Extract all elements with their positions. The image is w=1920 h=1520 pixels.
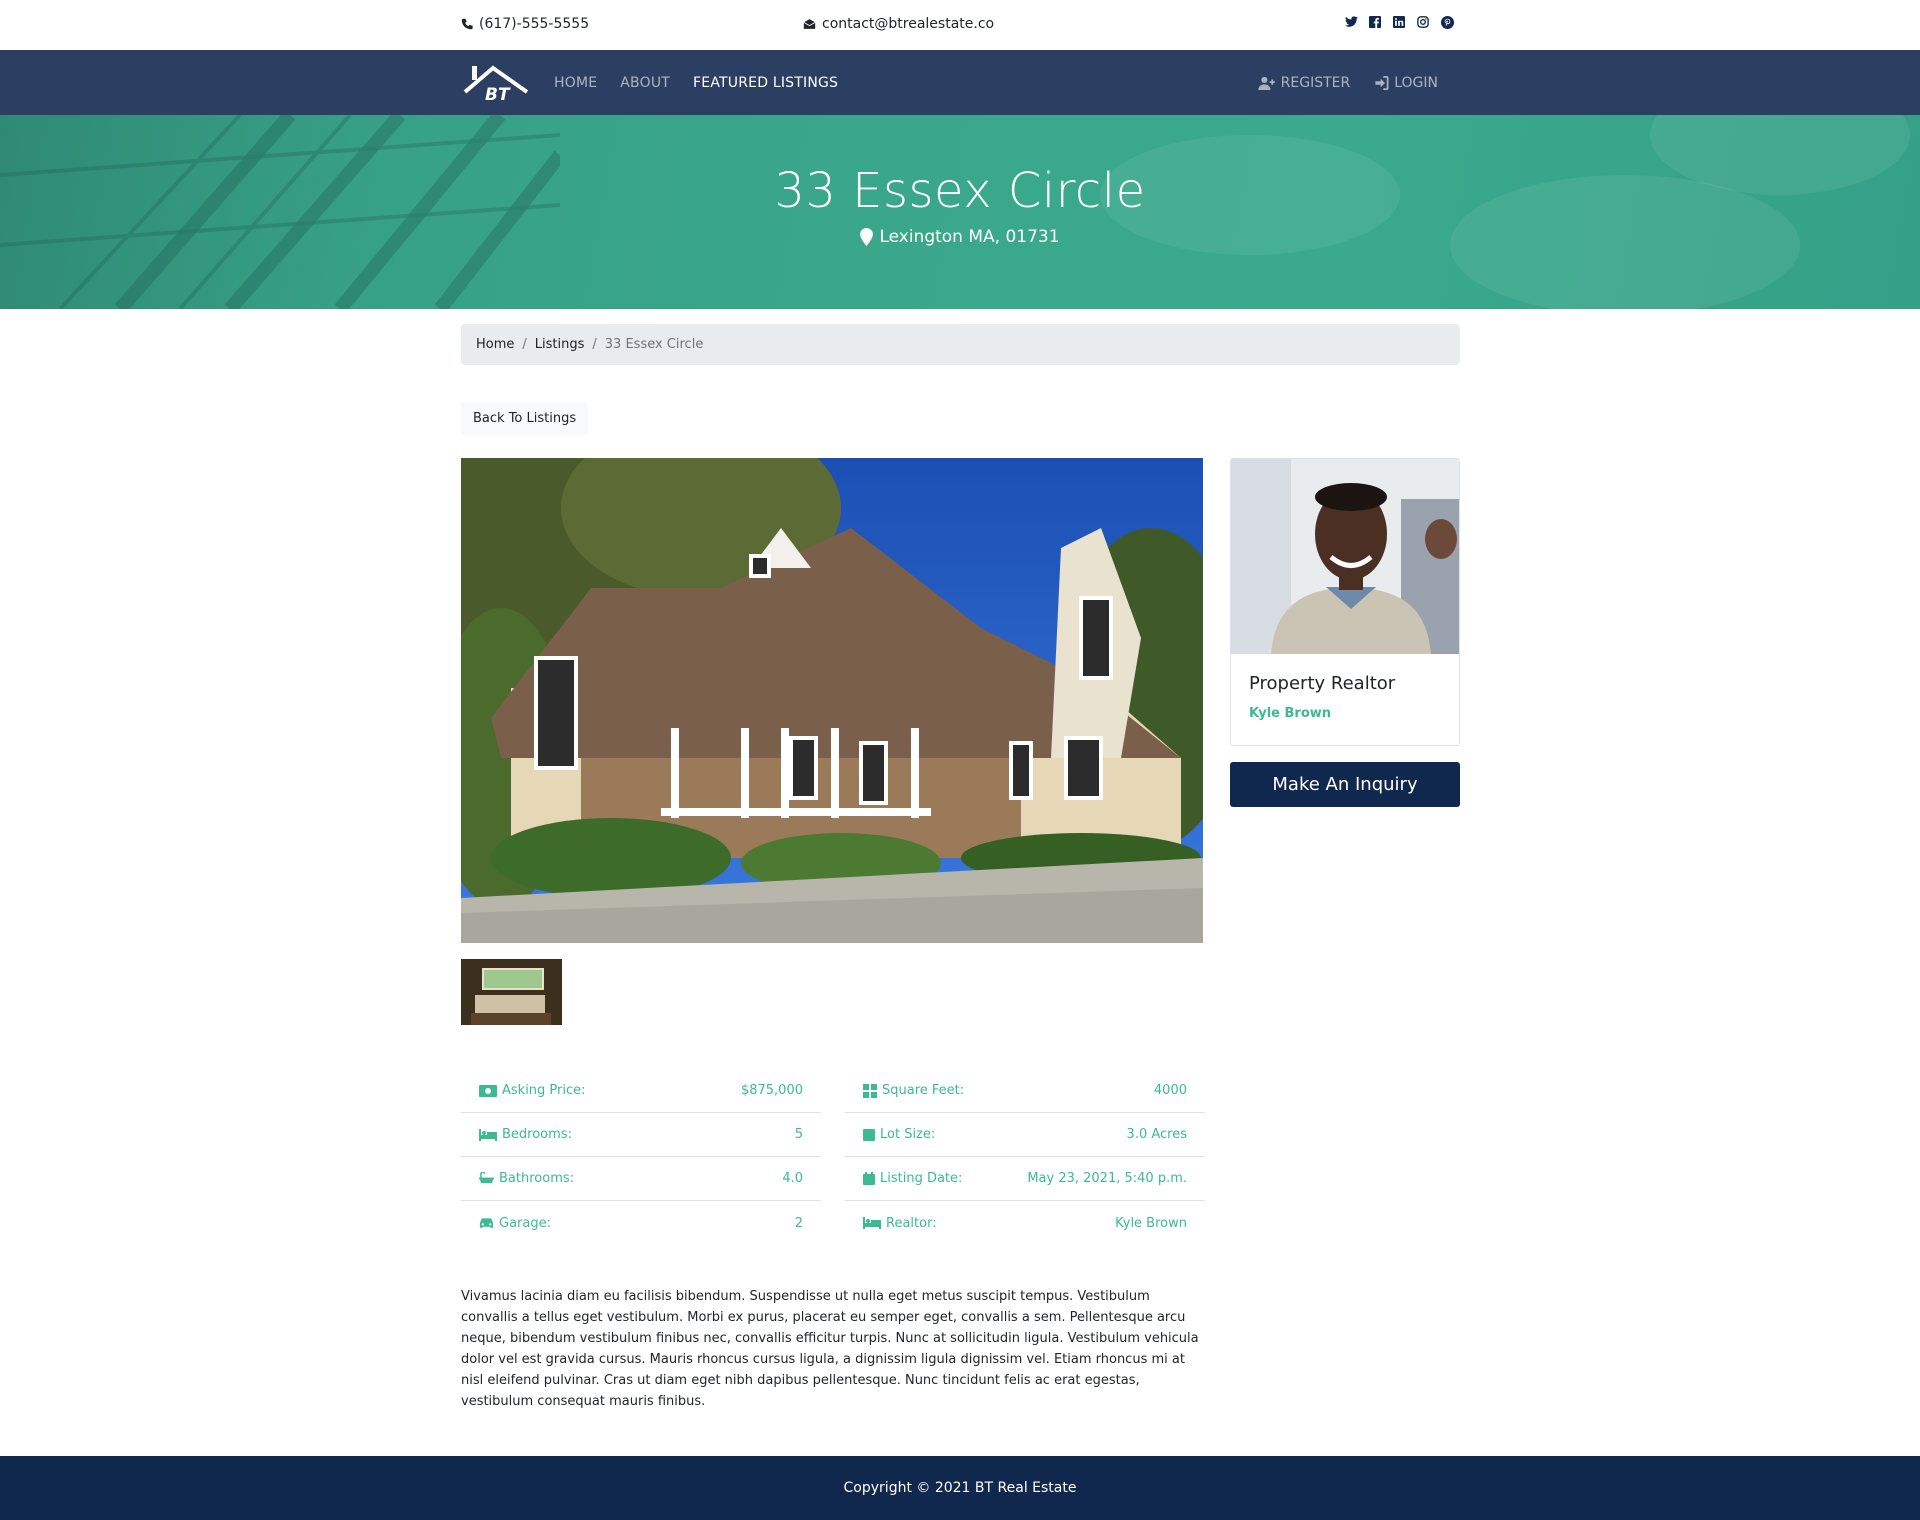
breadcrumb-listings[interactable]: Listings xyxy=(535,337,585,352)
bedrooms-value: 5 xyxy=(794,1127,803,1142)
listing-description: Vivamus lacinia diam eu facilisis bibend… xyxy=(461,1289,1199,1409)
user-plus-icon xyxy=(1257,76,1275,90)
detail-label: Lot Size: xyxy=(863,1127,935,1142)
login-label: LOGIN xyxy=(1394,75,1438,91)
envelope-icon xyxy=(803,19,816,29)
top-info-bar: (617)-555-5555 contact@btrealestate.co xyxy=(0,0,1920,50)
bathrooms-value: 4.0 xyxy=(782,1171,803,1186)
asking-price-value: $875,000 xyxy=(740,1083,803,1098)
instagram-icon[interactable] xyxy=(1416,15,1430,29)
sign-in-icon xyxy=(1375,76,1389,90)
detail-label: Bathrooms: xyxy=(479,1171,574,1186)
detail-label: Square Feet: xyxy=(863,1083,964,1098)
money-icon xyxy=(479,1084,497,1097)
email-address[interactable]: contact@btrealestate.co xyxy=(822,16,994,32)
phone-number: (617)-555-5555 xyxy=(479,16,590,32)
lot-size-label: Lot Size: xyxy=(880,1127,936,1142)
property-details-left: Asking Price: $875,000 Bedrooms: 5 Bathr… xyxy=(461,1069,821,1245)
map-marker-icon xyxy=(860,228,874,246)
realtor-photo xyxy=(1231,459,1459,654)
calendar-icon xyxy=(863,1172,875,1185)
email-contact: contact@btrealestate.co xyxy=(803,16,994,32)
square-feet-label: Square Feet: xyxy=(882,1083,965,1098)
listing-title: 33 Essex Circle xyxy=(774,163,1146,219)
lot-size-value: 3.0 Acres xyxy=(1126,1127,1187,1142)
realtor-value: Kyle Brown xyxy=(1115,1215,1187,1231)
bed-icon xyxy=(479,1128,497,1141)
linkedin-icon[interactable] xyxy=(1392,15,1406,29)
detail-row-asking-price: Asking Price: $875,000 xyxy=(461,1069,821,1113)
location-text: Lexington MA, 01731 xyxy=(879,227,1060,247)
nav-links: HOME ABOUT FEATURED LISTINGS xyxy=(554,75,861,91)
bed-icon xyxy=(863,1217,881,1229)
breadcrumb: Home / Listings / 33 Essex Circle xyxy=(461,324,1460,365)
nav-home[interactable]: HOME xyxy=(554,75,597,91)
detail-row-realtor: Realtor: Kyle Brown xyxy=(845,1201,1205,1245)
social-links xyxy=(1344,15,1454,29)
twitter-icon[interactable] xyxy=(1344,15,1358,29)
listing-location: Lexington MA, 01731 xyxy=(0,227,1920,247)
listing-hero: 33 Essex Circle Lexington MA, 01731 xyxy=(0,115,1920,309)
register-label: REGISTER xyxy=(1280,75,1351,91)
pinterest-icon[interactable] xyxy=(1440,15,1454,29)
detail-row-bathrooms: Bathrooms: 4.0 xyxy=(461,1157,821,1201)
register-link[interactable]: REGISTER xyxy=(1257,75,1351,91)
main-navbar: BT HOME ABOUT FEATURED LISTINGS REGISTER… xyxy=(0,50,1920,115)
detail-label: Listing Date: xyxy=(863,1171,962,1186)
detail-row-bedrooms: Bedrooms: 5 xyxy=(461,1113,821,1157)
bath-icon xyxy=(479,1172,494,1184)
breadcrumb-separator: / xyxy=(592,337,597,352)
listing-date-label: Listing Date: xyxy=(880,1171,963,1186)
realtor-card: Property Realtor Kyle Brown xyxy=(1230,458,1460,746)
realtor-name: Kyle Brown xyxy=(1249,706,1332,721)
login-link[interactable]: LOGIN xyxy=(1374,75,1438,91)
garage-value: 2 xyxy=(794,1215,803,1231)
car-icon xyxy=(479,1218,494,1228)
detail-row-listing-date: Listing Date: May 23, 2021, 5:40 p.m. xyxy=(845,1157,1205,1201)
detail-label: Asking Price: xyxy=(479,1083,586,1098)
detail-row-garage: Garage: 2 xyxy=(461,1201,821,1245)
svg-text:BT: BT xyxy=(485,85,511,104)
detail-row-square-feet: Square Feet: 4000 xyxy=(845,1069,1205,1113)
breadcrumb-separator: / xyxy=(522,337,527,352)
bedrooms-label: Bedrooms: xyxy=(502,1127,572,1142)
garage-label: Garage: xyxy=(499,1215,551,1231)
realtor-label: Realtor: xyxy=(886,1215,937,1231)
asking-price-label: Asking Price: xyxy=(502,1083,586,1098)
property-details-right: Square Feet: 4000 Lot Size: 3.0 Acres Li… xyxy=(845,1069,1205,1245)
breadcrumb-home[interactable]: Home xyxy=(476,337,514,352)
detail-label: Bedrooms: xyxy=(479,1127,572,1142)
detail-row-lot-size: Lot Size: 3.0 Acres xyxy=(845,1113,1205,1157)
main-listing-photo[interactable] xyxy=(461,458,1203,943)
grid-icon xyxy=(863,1083,877,1098)
breadcrumb-current: 33 Essex Circle xyxy=(604,337,704,352)
realtor-card-title: Property Realtor xyxy=(1249,673,1396,694)
copyright-text: Copyright © 2021 BT Real Estate xyxy=(843,1480,1077,1496)
phone-contact: (617)-555-5555 xyxy=(461,16,589,32)
square-feet-value: 4000 xyxy=(1153,1083,1187,1098)
detail-label: Garage: xyxy=(479,1216,551,1231)
page-footer: Copyright © 2021 BT Real Estate xyxy=(0,1456,1920,1520)
phone-icon xyxy=(461,18,473,30)
back-to-listings-button[interactable]: Back To Listings xyxy=(461,402,589,435)
gallery-thumbnail[interactable] xyxy=(461,959,562,1025)
brand-logo[interactable]: BT xyxy=(461,60,531,105)
facebook-icon[interactable] xyxy=(1368,15,1382,29)
nav-featured-listings[interactable]: FEATURED LISTINGS xyxy=(693,75,838,91)
detail-label: Realtor: xyxy=(863,1216,937,1231)
nav-about[interactable]: ABOUT xyxy=(620,75,670,91)
bathrooms-label: Bathrooms: xyxy=(499,1171,575,1186)
auth-links: REGISTER LOGIN xyxy=(1257,75,1438,91)
square-icon xyxy=(863,1128,875,1141)
make-inquiry-button[interactable]: Make An Inquiry xyxy=(1230,762,1460,807)
listing-date-value: May 23, 2021, 5:40 p.m. xyxy=(1027,1171,1187,1186)
